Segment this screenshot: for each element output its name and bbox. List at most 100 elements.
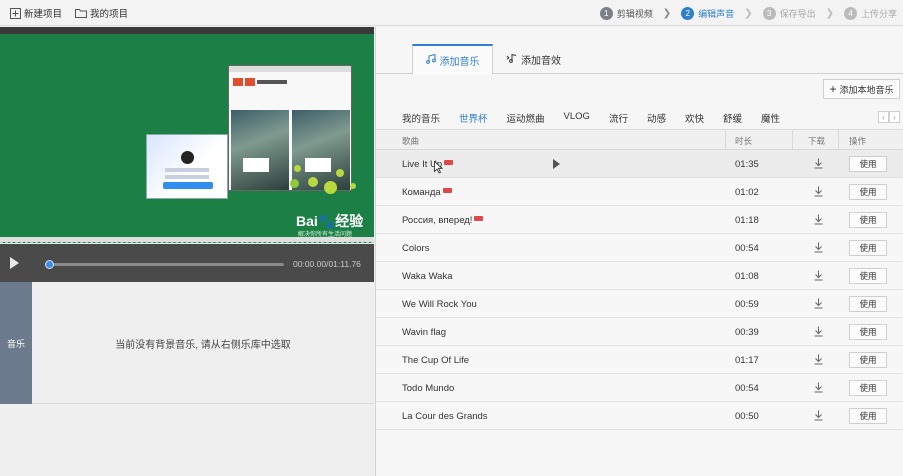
table-row[interactable]: We Will Rock You 00:59 使用	[376, 290, 903, 318]
category-vlog[interactable]: VLOG	[564, 111, 590, 125]
category-world-cup[interactable]: 世界杯	[459, 111, 488, 125]
progress-track[interactable]	[48, 263, 284, 266]
chevron-right-icon: ❯	[662, 7, 672, 19]
use-button[interactable]: 使用	[849, 156, 887, 172]
use-button[interactable]: 使用	[849, 212, 887, 228]
music-library-panel: 添加音乐 添加音效 + 添加本地音乐 我的音乐 世界杯 运动燃曲 VLOG 流行…	[375, 27, 903, 476]
step-label: 剪辑视频	[616, 8, 653, 19]
song-title: The Cup Of Life	[402, 355, 470, 366]
song-title-cell: We Will Rock You	[402, 299, 477, 310]
header-song: 歌曲	[402, 136, 420, 146]
plus-icon: +	[829, 82, 837, 96]
new-project-icon	[10, 7, 21, 19]
song-duration: 00:39	[735, 327, 759, 338]
download-icon[interactable]	[814, 242, 823, 253]
header-download: 下载	[808, 136, 826, 146]
timeline-empty-area	[0, 405, 374, 476]
use-button[interactable]: 使用	[849, 408, 887, 424]
step-3[interactable]: 3 保存导出	[762, 6, 816, 20]
category-sports[interactable]: 运动燃曲	[507, 111, 545, 125]
song-duration: 01:17	[735, 355, 759, 366]
category-my-music[interactable]: 我的音乐	[402, 111, 440, 125]
use-button[interactable]: 使用	[849, 352, 887, 368]
category-soothing[interactable]: 舒缓	[723, 111, 742, 125]
music-note-icon	[425, 53, 436, 67]
download-icon[interactable]	[814, 186, 823, 197]
use-button[interactable]: 使用	[849, 240, 887, 256]
song-title-cell: Waka Waka	[402, 271, 453, 282]
table-row[interactable]: La Cour des Grands 00:50 使用	[376, 402, 903, 430]
video-preview[interactable]: Bai🐾经验 解决你所有生活问题	[0, 27, 374, 243]
song-duration: 01:18	[735, 215, 759, 226]
time-readout: 00:00.00/01:11.76	[293, 259, 361, 269]
song-duration: 00:50	[735, 411, 759, 422]
song-title-cell: Команда	[402, 187, 452, 198]
song-title: Wavin flag	[402, 327, 446, 338]
tab-add-effect[interactable]: 添加音效	[506, 44, 561, 74]
table-row[interactable]: Waka Waka 01:08 使用	[376, 262, 903, 290]
song-duration: 01:08	[735, 271, 759, 282]
use-button[interactable]: 使用	[849, 184, 887, 200]
tab-add-music[interactable]: 添加音乐	[412, 44, 493, 75]
use-button[interactable]: 使用	[849, 296, 887, 312]
play-icon[interactable]	[10, 257, 19, 269]
step-number: 2	[681, 6, 695, 20]
chevron-right-icon[interactable]: ›	[889, 111, 900, 123]
download-icon[interactable]	[814, 354, 823, 365]
table-row[interactable]: Colors 00:54 使用	[376, 234, 903, 262]
use-button[interactable]: 使用	[849, 268, 887, 284]
chevron-left-icon[interactable]: ‹	[878, 111, 889, 123]
download-icon[interactable]	[814, 298, 823, 309]
song-title-cell: The Cup Of Life	[402, 355, 469, 366]
download-icon[interactable]	[814, 326, 823, 337]
baidu-jingyan-logo: Bai🐾经验	[296, 213, 364, 229]
download-icon[interactable]	[814, 382, 823, 393]
song-title-cell: Live It Up	[402, 159, 454, 170]
song-title-cell: Colors	[402, 243, 429, 254]
table-row[interactable]: Todo Mundo 00:54 使用	[376, 374, 903, 402]
mouse-cursor-icon	[434, 161, 443, 174]
empty-track-message: 当前没有背景音乐, 请从右侧乐库中选取	[115, 339, 291, 351]
step-2[interactable]: 2 编辑声音	[681, 6, 734, 20]
download-icon[interactable]	[814, 410, 823, 421]
song-title-cell: Todo Mundo	[402, 383, 454, 394]
new-project-button[interactable]: 新建项目	[10, 5, 62, 21]
download-icon[interactable]	[814, 270, 823, 281]
category-quirky[interactable]: 魔性	[761, 111, 780, 125]
song-duration: 01:35	[735, 159, 759, 170]
screenshot-window-thumbnail	[228, 65, 352, 191]
step-1[interactable]: 1 剪辑视频	[599, 6, 653, 20]
add-local-music-button[interactable]: + 添加本地音乐	[823, 79, 900, 99]
category-pop[interactable]: 流行	[609, 111, 628, 125]
progress-knob[interactable]	[45, 260, 54, 269]
song-duration: 00:59	[735, 299, 759, 310]
login-dialog-thumbnail	[146, 134, 228, 199]
category-cheerful[interactable]: 欢快	[685, 111, 704, 125]
use-button[interactable]: 使用	[849, 380, 887, 396]
hot-badge-icon	[444, 159, 454, 165]
step-indicator: 1 剪辑视频 ❯ 2 编辑声音 ❯ 3 保存导出 ❯ 4 上传分享	[590, 0, 897, 26]
table-row[interactable]: Live It Up 01:35 使用	[376, 150, 903, 178]
category-bar: 我的音乐 世界杯 运动燃曲 VLOG 流行 动感 欢快 舒缓 魔性	[402, 111, 799, 125]
download-icon[interactable]	[814, 158, 823, 169]
download-icon[interactable]	[814, 214, 823, 225]
chevron-right-icon: ❯	[744, 7, 753, 19]
category-dynamic[interactable]: 动感	[647, 111, 666, 125]
table-row[interactable]: Россия, вперед! 01:18 使用	[376, 206, 903, 234]
tab-add-music-label: 添加音乐	[439, 56, 480, 68]
song-duration: 00:54	[735, 243, 759, 254]
play-icon[interactable]	[553, 159, 560, 169]
use-button[interactable]: 使用	[849, 324, 887, 340]
header-duration: 时长	[735, 136, 753, 146]
step-4[interactable]: 4 上传分享	[843, 6, 897, 20]
video-bottom-strip	[0, 237, 374, 242]
step-number: 3	[762, 6, 776, 20]
my-projects-button[interactable]: 我的项目	[75, 5, 128, 21]
table-row[interactable]: Wavin flag 00:39 使用	[376, 318, 903, 346]
step-label: 保存导出	[779, 8, 816, 19]
table-row[interactable]: Команда 01:02 使用	[376, 178, 903, 206]
song-title: Команда	[402, 187, 441, 198]
song-title-cell: Россия, вперед!	[402, 215, 484, 226]
table-row[interactable]: The Cup Of Life 01:17 使用	[376, 346, 903, 374]
hot-badge-icon	[442, 187, 452, 193]
